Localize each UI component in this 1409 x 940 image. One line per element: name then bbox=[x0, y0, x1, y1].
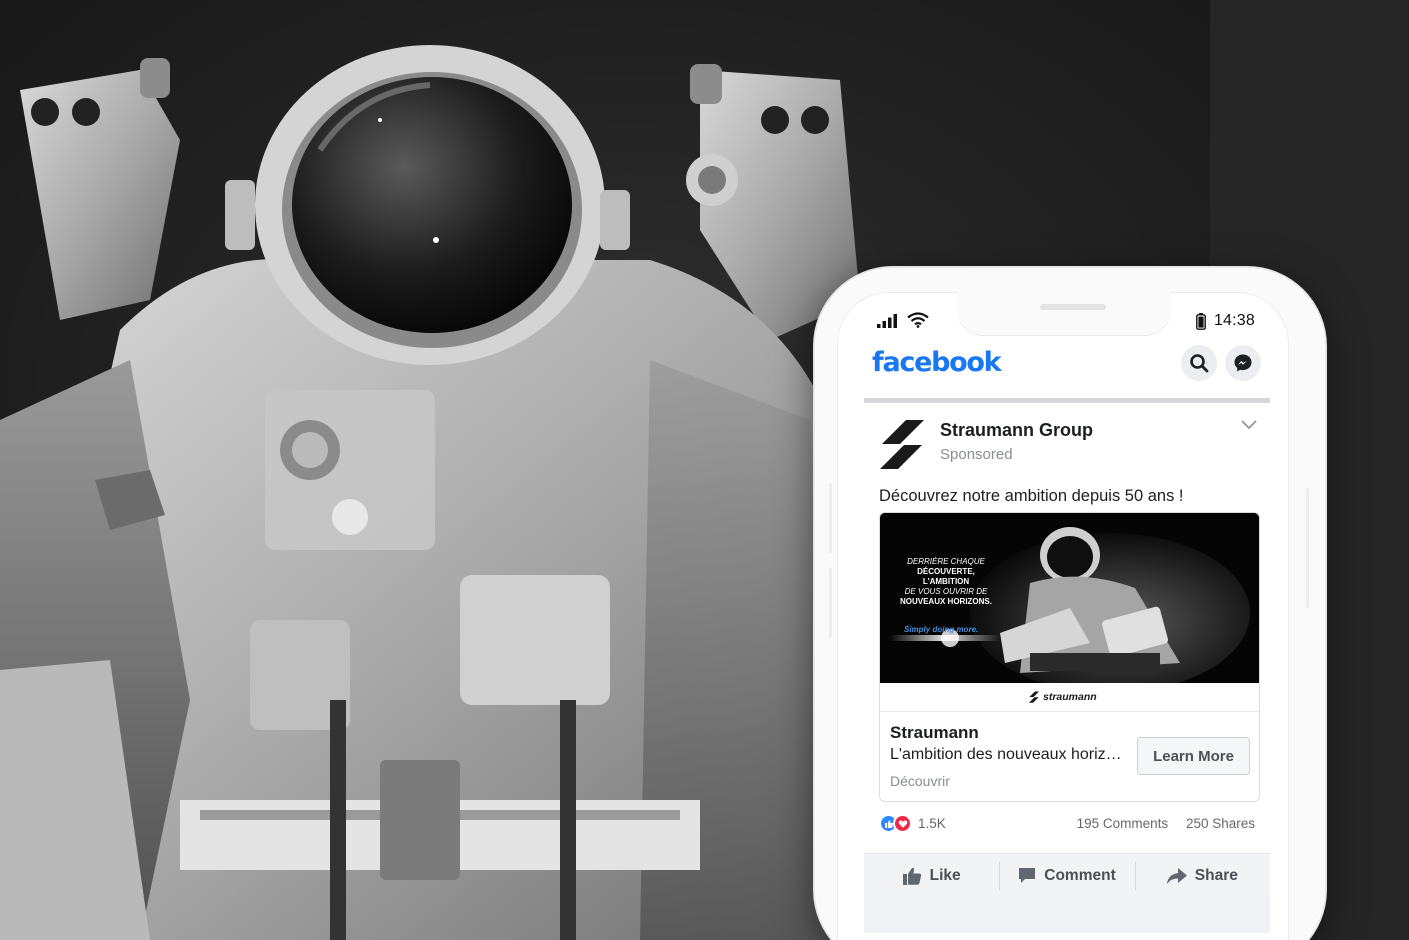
share-button[interactable]: Share bbox=[1134, 854, 1270, 897]
shares-count[interactable]: 250 Shares bbox=[1186, 816, 1255, 831]
ad-card[interactable]: DERRIÈRE CHAQUE DÉCOUVERTE, L'AMBITION D… bbox=[879, 512, 1260, 802]
like-button[interactable]: Like bbox=[864, 854, 999, 897]
phone-power-button bbox=[1306, 488, 1309, 608]
reactions-summary[interactable]: 1.5K bbox=[879, 814, 946, 833]
ad-title[interactable]: Straumann bbox=[890, 723, 979, 743]
phone-mockup: 14:38 facebook Straumann Group Sponsored… bbox=[815, 268, 1325, 940]
signal-icon bbox=[877, 314, 897, 328]
straumann-logo-avatar[interactable] bbox=[878, 418, 926, 470]
ad-image-headline: DERRIÈRE CHAQUE DÉCOUVERTE, L'AMBITION D… bbox=[880, 557, 1012, 607]
comment-button[interactable]: Comment bbox=[999, 854, 1134, 897]
facebook-logo[interactable]: facebook bbox=[872, 347, 1002, 378]
phone-speaker bbox=[1040, 304, 1106, 310]
brand-wordmark: straumann bbox=[1043, 691, 1097, 703]
wifi-icon bbox=[907, 312, 929, 328]
search-button[interactable] bbox=[1181, 345, 1217, 381]
ad-headline-line: DE VOUS OUVRIR DE bbox=[904, 587, 988, 596]
straumann-mark-icon bbox=[1028, 691, 1040, 703]
ad-headline-line: DERRIÈRE CHAQUE bbox=[907, 557, 985, 566]
ad-brand-bar: straumann bbox=[880, 683, 1259, 711]
post-page-name[interactable]: Straumann Group bbox=[940, 420, 1093, 441]
sponsored-post: Straumann Group Sponsored Découvrez notr… bbox=[864, 403, 1270, 933]
sponsored-label: Sponsored bbox=[940, 446, 1013, 463]
like-label: Like bbox=[929, 866, 961, 884]
status-time: 14:38 bbox=[1213, 312, 1255, 329]
reactions-count: 1.5K bbox=[918, 816, 946, 831]
post-action-bar: Like Comment Share bbox=[864, 853, 1270, 897]
messenger-icon bbox=[1234, 354, 1252, 372]
messenger-button[interactable] bbox=[1225, 345, 1261, 381]
comment-label: Comment bbox=[1044, 866, 1116, 884]
ad-separator bbox=[880, 711, 1259, 712]
ad-description[interactable]: L'ambition des nouveaux horizons bbox=[890, 746, 1125, 764]
engagement-counts: 195 Comments 250 Shares bbox=[1063, 816, 1255, 831]
ad-image-tagline: Simply doing more. bbox=[904, 625, 979, 634]
straumann-brand-logo: straumann bbox=[1028, 691, 1097, 703]
phone-screen: 14:38 facebook Straumann Group Sponsored… bbox=[837, 292, 1289, 940]
ad-link-caption[interactable]: Découvrir bbox=[890, 773, 950, 789]
share-label: Share bbox=[1194, 866, 1238, 884]
phone-volume-button bbox=[829, 568, 832, 638]
comment-icon bbox=[1019, 868, 1036, 883]
ad-headline-line: L'AMBITION bbox=[922, 577, 970, 586]
search-icon bbox=[1190, 354, 1209, 373]
learn-more-button[interactable]: Learn More bbox=[1137, 737, 1250, 775]
share-icon bbox=[1166, 867, 1187, 884]
comments-count[interactable]: 195 Comments bbox=[1077, 816, 1169, 831]
phone-notch bbox=[957, 292, 1171, 336]
ad-headline-line: DÉCOUVERTE, bbox=[917, 567, 975, 576]
status-bar-left bbox=[877, 312, 929, 328]
post-text: Découvrez notre ambition depuis 50 ans ! bbox=[879, 487, 1184, 505]
chevron-down-icon[interactable] bbox=[1240, 419, 1258, 431]
feed-next-item-gap bbox=[864, 897, 1270, 933]
phone-volume-button bbox=[829, 483, 832, 553]
status-bar-right: 14:38 bbox=[1196, 312, 1255, 330]
facebook-header: facebook bbox=[837, 340, 1289, 398]
thumbs-up-icon bbox=[902, 867, 921, 885]
ad-headline-line: NOUVEAUX HORIZONS. bbox=[899, 597, 992, 606]
battery-icon bbox=[1196, 312, 1206, 330]
love-reaction-icon bbox=[893, 814, 912, 833]
